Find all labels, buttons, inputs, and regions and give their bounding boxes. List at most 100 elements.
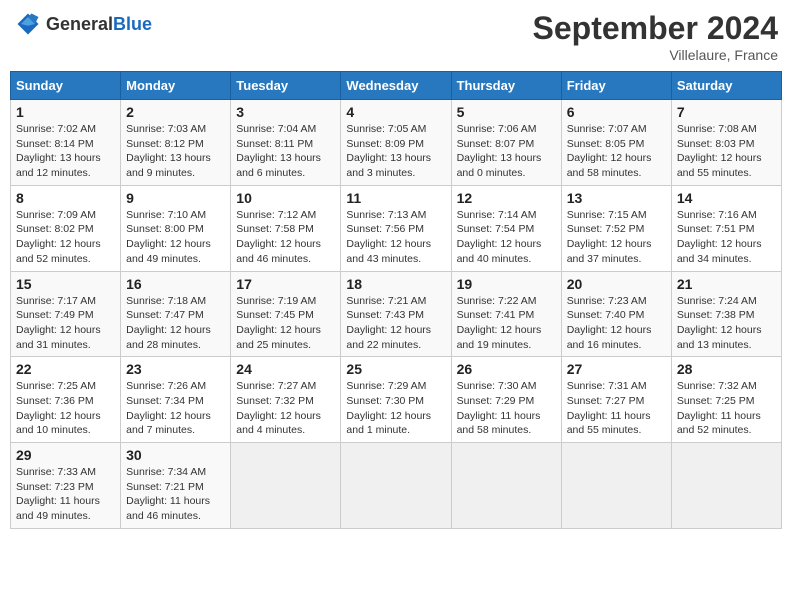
day-number: 9 [126, 190, 225, 206]
calendar-row: 1 Sunrise: 7:02 AM Sunset: 8:14 PM Daylig… [11, 100, 782, 186]
calendar-cell: 24 Sunrise: 7:27 AM Sunset: 7:32 PM Dayli… [231, 357, 341, 443]
calendar-cell: 30 Sunrise: 7:34 AM Sunset: 7:21 PM Dayli… [121, 443, 231, 529]
day-info: Sunrise: 7:21 AM Sunset: 7:43 PM Dayligh… [346, 294, 445, 353]
calendar-row: 29 Sunrise: 7:33 AM Sunset: 7:23 PM Dayli… [11, 443, 782, 529]
day-number: 27 [567, 361, 666, 377]
day-number: 26 [457, 361, 556, 377]
day-info: Sunrise: 7:14 AM Sunset: 7:54 PM Dayligh… [457, 208, 556, 267]
calendar-row: 22 Sunrise: 7:25 AM Sunset: 7:36 PM Dayli… [11, 357, 782, 443]
logo-text: GeneralBlue [46, 14, 152, 35]
calendar-cell: 28 Sunrise: 7:32 AM Sunset: 7:25 PM Dayli… [671, 357, 781, 443]
day-number: 18 [346, 276, 445, 292]
day-number: 2 [126, 104, 225, 120]
day-info: Sunrise: 7:16 AM Sunset: 7:51 PM Dayligh… [677, 208, 776, 267]
location-subtitle: Villelaure, France [533, 47, 778, 63]
calendar-cell: 10Sunrise: 7:12 AM Sunset: 7:58 PM Dayli… [231, 185, 341, 271]
day-info: Sunrise: 7:18 AM Sunset: 7:47 PM Dayligh… [126, 294, 225, 353]
day-number: 5 [457, 104, 556, 120]
logo: GeneralBlue [14, 10, 152, 38]
day-info: Sunrise: 7:10 AM Sunset: 8:00 PM Dayligh… [126, 208, 225, 267]
day-number: 14 [677, 190, 776, 206]
day-info: Sunrise: 7:15 AM Sunset: 7:52 PM Dayligh… [567, 208, 666, 267]
day-info: Sunrise: 7:32 AM Sunset: 7:25 PM Dayligh… [677, 379, 776, 438]
day-number: 15 [16, 276, 115, 292]
month-title: September 2024 [533, 10, 778, 47]
calendar-cell: 6 Sunrise: 7:07 AM Sunset: 8:05 PM Daylig… [561, 100, 671, 186]
day-info: Sunrise: 7:19 AM Sunset: 7:45 PM Dayligh… [236, 294, 335, 353]
day-number: 28 [677, 361, 776, 377]
calendar-cell [341, 443, 451, 529]
day-info: Sunrise: 7:33 AM Sunset: 7:23 PM Dayligh… [16, 465, 115, 524]
day-number: 3 [236, 104, 335, 120]
calendar-cell: 27Sunrise: 7:31 AM Sunset: 7:27 PM Dayli… [561, 357, 671, 443]
calendar-cell: 19Sunrise: 7:22 AM Sunset: 7:41 PM Dayli… [451, 271, 561, 357]
day-number: 24 [236, 361, 335, 377]
day-info: Sunrise: 7:08 AM Sunset: 8:03 PM Dayligh… [677, 122, 776, 181]
day-number: 4 [346, 104, 445, 120]
calendar-cell: 22 Sunrise: 7:25 AM Sunset: 7:36 PM Dayli… [11, 357, 121, 443]
calendar-cell: 11 Sunrise: 7:13 AM Sunset: 7:56 PM Dayli… [341, 185, 451, 271]
col-saturday: Saturday [671, 72, 781, 100]
header-row: Sunday Monday Tuesday Wednesday Thursday… [11, 72, 782, 100]
day-number: 29 [16, 447, 115, 463]
day-number: 21 [677, 276, 776, 292]
day-info: Sunrise: 7:25 AM Sunset: 7:36 PM Dayligh… [16, 379, 115, 438]
day-number: 23 [126, 361, 225, 377]
day-number: 7 [677, 104, 776, 120]
day-number: 8 [16, 190, 115, 206]
col-tuesday: Tuesday [231, 72, 341, 100]
day-number: 22 [16, 361, 115, 377]
calendar-cell: 14 Sunrise: 7:16 AM Sunset: 7:51 PM Dayli… [671, 185, 781, 271]
calendar-body: 1 Sunrise: 7:02 AM Sunset: 8:14 PM Daylig… [11, 100, 782, 529]
day-info: Sunrise: 7:24 AM Sunset: 7:38 PM Dayligh… [677, 294, 776, 353]
day-info: Sunrise: 7:07 AM Sunset: 8:05 PM Dayligh… [567, 122, 666, 181]
calendar-cell: 26Sunrise: 7:30 AM Sunset: 7:29 PM Dayli… [451, 357, 561, 443]
day-number: 30 [126, 447, 225, 463]
calendar-cell: 4 Sunrise: 7:05 AM Sunset: 8:09 PM Daylig… [341, 100, 451, 186]
calendar-cell [231, 443, 341, 529]
day-info: Sunrise: 7:17 AM Sunset: 7:49 PM Dayligh… [16, 294, 115, 353]
col-thursday: Thursday [451, 72, 561, 100]
day-info: Sunrise: 7:04 AM Sunset: 8:11 PM Dayligh… [236, 122, 335, 181]
day-info: Sunrise: 7:02 AM Sunset: 8:14 PM Dayligh… [16, 122, 115, 181]
day-info: Sunrise: 7:03 AM Sunset: 8:12 PM Dayligh… [126, 122, 225, 181]
calendar-cell: 12 Sunrise: 7:14 AM Sunset: 7:54 PM Dayli… [451, 185, 561, 271]
calendar-cell: 17Sunrise: 7:19 AM Sunset: 7:45 PM Dayli… [231, 271, 341, 357]
calendar-cell: 8Sunrise: 7:09 AM Sunset: 8:02 PM Daylig… [11, 185, 121, 271]
day-info: Sunrise: 7:13 AM Sunset: 7:56 PM Dayligh… [346, 208, 445, 267]
logo-general: General [46, 14, 113, 34]
calendar-header: Sunday Monday Tuesday Wednesday Thursday… [11, 72, 782, 100]
calendar-cell [671, 443, 781, 529]
calendar-cell: 3 Sunrise: 7:04 AM Sunset: 8:11 PM Daylig… [231, 100, 341, 186]
calendar-cell: 15 Sunrise: 7:17 AM Sunset: 7:49 PM Dayli… [11, 271, 121, 357]
logo-icon [14, 10, 42, 38]
day-number: 13 [567, 190, 666, 206]
calendar-cell: 5Sunrise: 7:06 AM Sunset: 8:07 PM Daylig… [451, 100, 561, 186]
col-wednesday: Wednesday [341, 72, 451, 100]
calendar-cell: 18 Sunrise: 7:21 AM Sunset: 7:43 PM Dayli… [341, 271, 451, 357]
day-info: Sunrise: 7:34 AM Sunset: 7:21 PM Dayligh… [126, 465, 225, 524]
calendar-cell: 23Sunrise: 7:26 AM Sunset: 7:34 PM Dayli… [121, 357, 231, 443]
calendar-cell [561, 443, 671, 529]
day-info: Sunrise: 7:29 AM Sunset: 7:30 PM Dayligh… [346, 379, 445, 438]
calendar-cell [451, 443, 561, 529]
day-info: Sunrise: 7:23 AM Sunset: 7:40 PM Dayligh… [567, 294, 666, 353]
col-sunday: Sunday [11, 72, 121, 100]
calendar-cell: 13 Sunrise: 7:15 AM Sunset: 7:52 PM Dayli… [561, 185, 671, 271]
calendar-cell: 21 Sunrise: 7:24 AM Sunset: 7:38 PM Dayli… [671, 271, 781, 357]
calendar-table: Sunday Monday Tuesday Wednesday Thursday… [10, 71, 782, 529]
title-block: September 2024 Villelaure, France [533, 10, 778, 63]
calendar-cell: 29 Sunrise: 7:33 AM Sunset: 7:23 PM Dayli… [11, 443, 121, 529]
day-number: 12 [457, 190, 556, 206]
day-info: Sunrise: 7:12 AM Sunset: 7:58 PM Dayligh… [236, 208, 335, 267]
calendar-cell: 16Sunrise: 7:18 AM Sunset: 7:47 PM Dayli… [121, 271, 231, 357]
day-info: Sunrise: 7:27 AM Sunset: 7:32 PM Dayligh… [236, 379, 335, 438]
calendar-cell: 20Sunrise: 7:23 AM Sunset: 7:40 PM Dayli… [561, 271, 671, 357]
day-number: 11 [346, 190, 445, 206]
calendar-row: 8Sunrise: 7:09 AM Sunset: 8:02 PM Daylig… [11, 185, 782, 271]
day-number: 1 [16, 104, 115, 120]
day-number: 6 [567, 104, 666, 120]
day-info: Sunrise: 7:05 AM Sunset: 8:09 PM Dayligh… [346, 122, 445, 181]
calendar-row: 15 Sunrise: 7:17 AM Sunset: 7:49 PM Dayli… [11, 271, 782, 357]
calendar-cell: 9 Sunrise: 7:10 AM Sunset: 8:00 PM Daylig… [121, 185, 231, 271]
